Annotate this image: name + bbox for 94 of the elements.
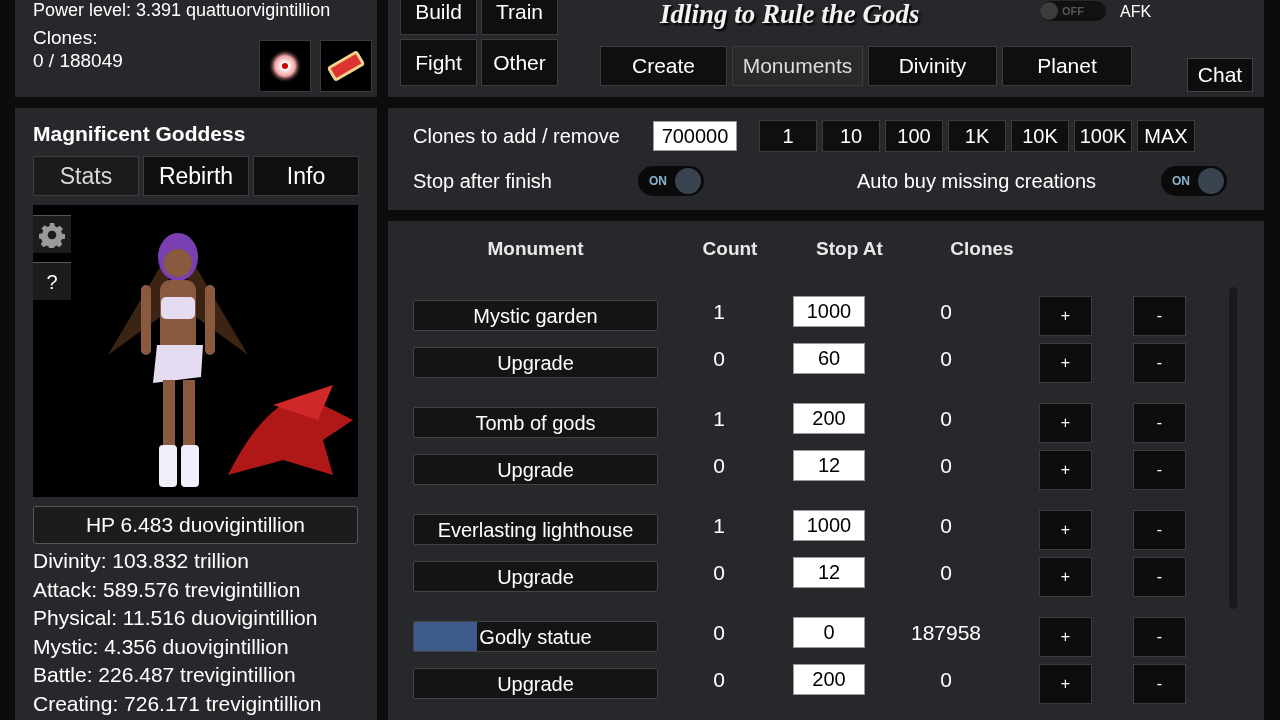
column-header: Stop At <box>815 237 884 261</box>
orb-icon[interactable] <box>259 40 311 92</box>
stop-at-input[interactable]: 12 <box>793 450 865 481</box>
monument-button[interactable]: Everlasting lighthouse <box>413 514 658 545</box>
count-cell-text: 0 <box>712 666 726 693</box>
hp-bar: HP 6.483 duovigintillion <box>33 506 358 544</box>
stat-line: Mystic: 4.356 duovigintillion <box>33 633 290 660</box>
monument-button[interactable]: Mystic garden <box>413 300 658 331</box>
stop-at-input[interactable]: 0 <box>793 617 865 648</box>
minus-button[interactable]: - <box>1133 449 1186 490</box>
clones-cell-text: 187958 <box>909 619 983 646</box>
tab[interactable]: Create <box>600 46 727 86</box>
stop-at-input[interactable]: 12 <box>793 557 865 588</box>
amount-button[interactable]: 10K <box>1011 120 1069 152</box>
stop-at-input[interactable]: 60 <box>793 343 865 374</box>
nav-button[interactable]: Fight <box>400 39 477 86</box>
nav-button[interactable]: Other <box>481 39 558 86</box>
plus-button[interactable]: + <box>1039 556 1092 597</box>
count-cell-text: 1 <box>712 512 726 539</box>
stat-line: Battle: 226.487 trevigintillion <box>33 662 297 688</box>
stop-at-input[interactable]: 1000 <box>793 510 865 541</box>
column-header: Monument <box>486 237 585 261</box>
minus-button[interactable]: - <box>1133 663 1186 704</box>
clones-cell-text: 0 <box>939 345 953 372</box>
amount-button[interactable]: 1K <box>948 120 1006 152</box>
amount-button[interactable]: 1 <box>759 120 817 152</box>
tab[interactable]: Planet <box>1002 46 1132 86</box>
tab[interactable]: Monuments <box>732 46 863 86</box>
monument-button[interactable]: Upgrade <box>413 668 658 699</box>
afk-label: AFK <box>1120 2 1152 22</box>
amount-button[interactable]: 10 <box>822 120 880 152</box>
clones-cell-text: 0 <box>939 512 953 539</box>
settings-icon[interactable] <box>33 215 71 253</box>
clones-cell-text: 0 <box>939 405 953 432</box>
clones-cell-text: 0 <box>939 298 953 325</box>
stop-at-input[interactable]: 1000 <box>793 296 865 327</box>
tab[interactable]: Stats <box>33 156 139 196</box>
count-cell-text: 0 <box>712 345 726 372</box>
minus-button[interactable]: - <box>1133 342 1186 383</box>
plus-button[interactable]: + <box>1039 295 1092 336</box>
power-level: Power level: 3.391 quattuorvigintillion <box>33 1 332 19</box>
clones-label: Clones to add / remove <box>413 124 621 149</box>
count-cell-text: 0 <box>712 559 726 586</box>
count-cell-text: 1 <box>712 298 726 325</box>
column-header: Clones <box>949 237 1015 261</box>
toggle-label: Auto buy missing creations <box>857 169 1097 194</box>
tab[interactable]: Info <box>253 156 359 196</box>
amount-button[interactable]: MAX <box>1137 120 1195 152</box>
game-title: Idling to Rule the Gods <box>660 1 920 28</box>
minus-button[interactable]: - <box>1133 556 1186 597</box>
clones-label: Clones: <box>33 28 99 47</box>
monument-button[interactable]: Upgrade <box>413 347 658 378</box>
clones-cell-text: 0 <box>939 452 953 479</box>
plus-button[interactable]: + <box>1039 663 1092 704</box>
plus-button[interactable]: + <box>1039 342 1092 383</box>
nav-button[interactable]: Build <box>400 0 477 35</box>
count-cell-text: 0 <box>712 619 726 646</box>
monument-button[interactable]: Upgrade <box>413 561 658 592</box>
monument-button[interactable]: Tomb of gods <box>413 407 658 438</box>
stop-at-input[interactable]: 200 <box>793 664 865 695</box>
tab[interactable]: Rebirth <box>143 156 249 196</box>
count-cell-text: 1 <box>712 405 726 432</box>
ticket-icon[interactable] <box>320 40 372 92</box>
clones-cell-text: 0 <box>939 559 953 586</box>
minus-button[interactable]: - <box>1133 509 1186 550</box>
monument-button[interactable]: Godly statue <box>413 621 658 652</box>
chat-button[interactable]: Chat <box>1187 58 1253 92</box>
plus-button[interactable]: + <box>1039 616 1092 657</box>
amount-button[interactable]: 100 <box>885 120 943 152</box>
stat-line: Attack: 589.576 trevigintillion <box>33 576 302 603</box>
count-cell-text: 0 <box>712 452 726 479</box>
toggle-label: Stop after finish <box>413 169 553 194</box>
column-header: Count <box>701 237 759 261</box>
minus-button[interactable]: - <box>1133 295 1186 336</box>
plus-button[interactable]: + <box>1039 449 1092 490</box>
stat-line: Physical: 11.516 duovigintillion <box>33 605 319 631</box>
stop-at-input[interactable]: 200 <box>793 403 865 434</box>
minus-button[interactable]: - <box>1133 402 1186 443</box>
tab[interactable]: Divinity <box>868 46 997 86</box>
help-button[interactable]: ? <box>33 262 71 300</box>
character-name: Magnificent Goddess <box>33 123 247 144</box>
amount-button[interactable]: 100K <box>1074 120 1132 152</box>
plus-button[interactable]: + <box>1039 402 1092 443</box>
clones-count: 0 / 188049 <box>33 51 124 70</box>
toggle-switch[interactable]: ON <box>638 166 704 196</box>
minus-button[interactable]: - <box>1133 616 1186 657</box>
clones-input[interactable]: 700000 <box>653 121 737 151</box>
toggle-switch[interactable]: ON <box>1161 166 1227 196</box>
clones-cell-text: 0 <box>939 666 953 693</box>
stat-line: Divinity: 103.832 trillion <box>33 548 250 574</box>
stat-line: Creating: 726.171 trevigintillion <box>33 690 323 717</box>
nav-button[interactable]: Train <box>481 0 558 35</box>
plus-button[interactable]: + <box>1039 509 1092 550</box>
monument-button[interactable]: Upgrade <box>413 454 658 485</box>
